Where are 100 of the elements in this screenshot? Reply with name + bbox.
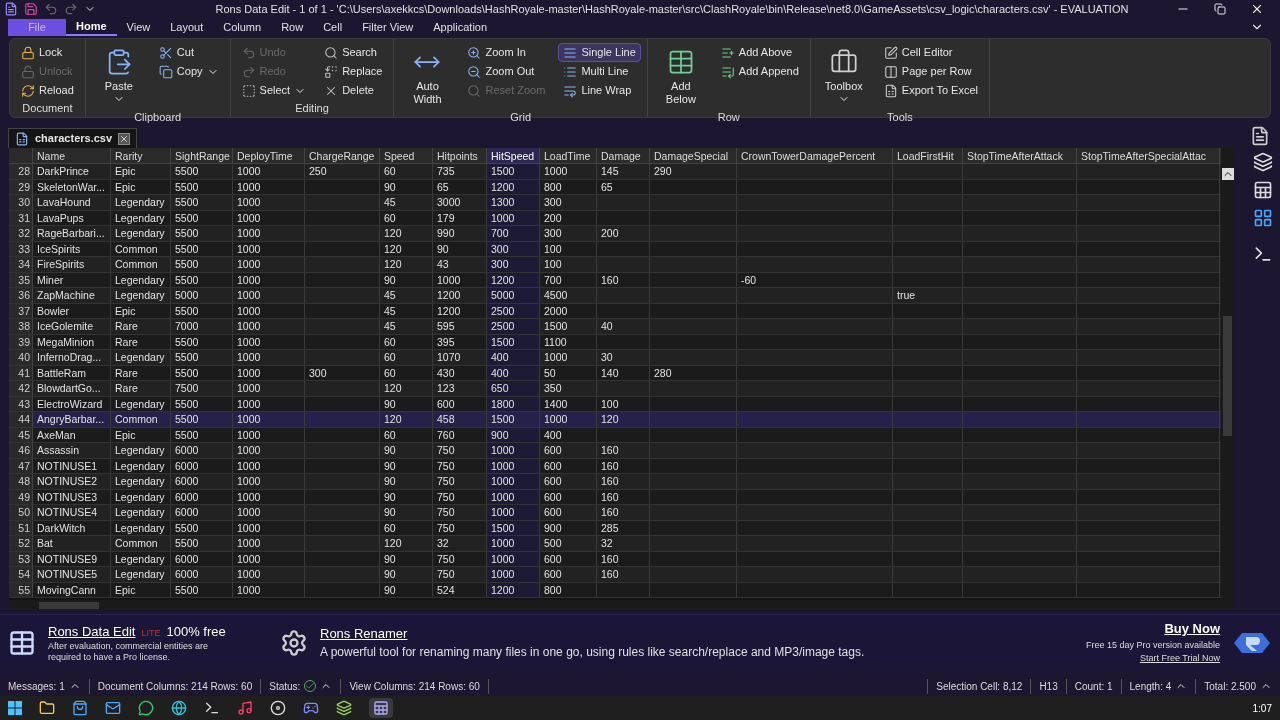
table-cell: 5500 — [175, 397, 199, 410]
active-app-button[interactable] — [369, 698, 393, 718]
ribbon-button[interactable]: Export To Excel — [878, 81, 984, 100]
table-cell: 280 — [654, 366, 672, 379]
column-header[interactable]: HitSpeed — [487, 148, 540, 163]
ribbon-button[interactable]: Multi Line — [558, 62, 634, 81]
menu-tab[interactable]: Home — [66, 18, 117, 36]
ribbon-button[interactable]: Toolbox — [816, 43, 871, 109]
column-header[interactable]: Name — [33, 148, 111, 163]
ribbon-button[interactable]: Zoom Out — [462, 62, 540, 81]
close-icon[interactable] — [118, 132, 131, 145]
scroll-up-icon[interactable] — [1221, 168, 1234, 180]
list-icon — [563, 64, 578, 79]
column-header[interactable]: DamageSpecial — [650, 148, 737, 163]
trial-link[interactable]: Start Free Trial Now — [1139, 652, 1220, 666]
music-icon[interactable] — [237, 700, 253, 716]
gamepad-icon[interactable] — [303, 700, 319, 716]
table-cell: 32 — [601, 537, 613, 549]
column-header[interactable]: LoadFirstHit — [893, 148, 963, 163]
app-icon — [4, 2, 18, 16]
ribbon-button[interactable]: Add Above — [715, 43, 798, 62]
table-cell: 123 — [437, 382, 455, 394]
table-cell: Bowler — [37, 304, 70, 317]
ribbon-button[interactable]: Select — [236, 81, 312, 100]
column-header[interactable]: ChargeRange — [305, 148, 380, 163]
menu-tab[interactable]: Layout — [160, 18, 214, 36]
close-icon[interactable] — [1250, 2, 1264, 16]
mail-icon[interactable] — [105, 700, 121, 716]
ribbon-button[interactable]: Reload — [16, 81, 79, 100]
column-header[interactable]: SightRange — [171, 148, 233, 163]
ribbon-button[interactable]: Cell Editor — [878, 43, 958, 62]
store-icon[interactable] — [72, 700, 88, 716]
browser-icon[interactable] — [171, 700, 187, 716]
table-cell: 1000 — [237, 568, 261, 580]
terminal-icon[interactable] — [1253, 244, 1273, 264]
ribbon-button[interactable]: Cut — [153, 43, 199, 62]
table-cell: 120 — [384, 242, 402, 255]
folder-icon[interactable] — [39, 700, 55, 716]
menu-tab[interactable]: Filter View — [352, 18, 424, 36]
column-header[interactable]: Speed — [380, 148, 433, 163]
table-cell: 900 — [491, 428, 509, 441]
document-icon[interactable] — [1250, 126, 1270, 146]
table-cell: 1000 — [237, 273, 261, 286]
horizontal-scrollbar[interactable] — [9, 600, 1234, 610]
stack-icon[interactable] — [336, 700, 352, 716]
menu-tab[interactable]: Row — [271, 18, 314, 36]
search-icon — [324, 45, 339, 60]
ribbon-button[interactable]: Line Wrap — [558, 81, 637, 100]
chat-icon[interactable] — [138, 700, 154, 716]
disc-icon[interactable] — [270, 700, 286, 716]
ribbon-button[interactable]: Single Line — [558, 43, 641, 62]
table-cell: 700 — [491, 227, 509, 239]
product-link[interactable]: Rons Renamer — [320, 623, 408, 644]
table-cell: 60 — [384, 521, 396, 534]
restore-icon[interactable] — [1214, 3, 1226, 15]
column-header[interactable]: DeployTime — [233, 148, 305, 163]
ribbon-button[interactable]: Zoom In — [462, 43, 531, 62]
ribbon-button[interactable]: Replace — [319, 62, 388, 81]
ribbon-button[interactable]: Add Below — [653, 43, 708, 109]
ribbon-button[interactable]: Auto Width — [400, 43, 455, 109]
table-cell: 6000 — [175, 552, 199, 565]
menu-tab[interactable]: View — [116, 18, 161, 36]
table-cell: 45 — [384, 304, 396, 317]
scrollbar-thumb[interactable] — [1223, 316, 1232, 436]
terminal-icon[interactable] — [204, 700, 220, 716]
ribbon-button[interactable]: Add Append — [715, 62, 804, 81]
column-header[interactable]: LoadTime — [540, 148, 597, 163]
table-cell: 5500 — [175, 304, 199, 317]
column-header[interactable]: Rarity — [111, 148, 171, 163]
column-header[interactable]: StopTimeAfterAttack — [963, 148, 1077, 163]
table-cell: 1100 — [544, 335, 567, 348]
table-cell: 65 — [601, 180, 613, 193]
column-header[interactable]: Damage — [597, 148, 650, 163]
ribbon-button[interactable]: Page per Row — [878, 62, 977, 81]
table-icon[interactable] — [1253, 180, 1273, 200]
table-cell: Legendary — [115, 196, 165, 208]
save-icon[interactable] — [24, 2, 38, 16]
ribbon-button[interactable]: Copy — [153, 62, 224, 81]
buy-now-link[interactable]: Buy Now — [1164, 619, 1220, 639]
menu-tab[interactable]: Column — [213, 18, 272, 36]
ribbon-button[interactable]: Search — [319, 43, 382, 62]
product-link[interactable]: Rons Data Edit — [48, 621, 136, 642]
grid-icon[interactable] — [1253, 208, 1273, 228]
table-cell: MegaMinion — [37, 335, 95, 348]
menu-tab[interactable]: Application — [423, 18, 498, 36]
table-cell: NOTINUSE1 — [37, 459, 98, 472]
column-header[interactable]: StopTimeAfterSpecialAttac — [1077, 148, 1220, 163]
table-cell: 90 — [384, 273, 396, 286]
redo-icon[interactable] — [64, 2, 78, 16]
menu-tab[interactable]: Cell — [313, 18, 353, 36]
document-tab[interactable]: characters.csv — [8, 128, 138, 148]
ribbon-button[interactable]: Paste — [91, 43, 146, 109]
windows-icon[interactable] — [1253, 152, 1273, 172]
table-cell: IceGolemite — [37, 320, 94, 332]
scissors-icon — [158, 45, 173, 60]
table-cell: Rare — [115, 382, 138, 394]
column-header[interactable]: CrownTowerDamagePercent — [737, 148, 893, 163]
ribbon-button[interactable]: Lock — [16, 43, 68, 62]
ribbon-button[interactable]: Delete — [319, 81, 379, 100]
undo-icon[interactable] — [44, 2, 58, 16]
